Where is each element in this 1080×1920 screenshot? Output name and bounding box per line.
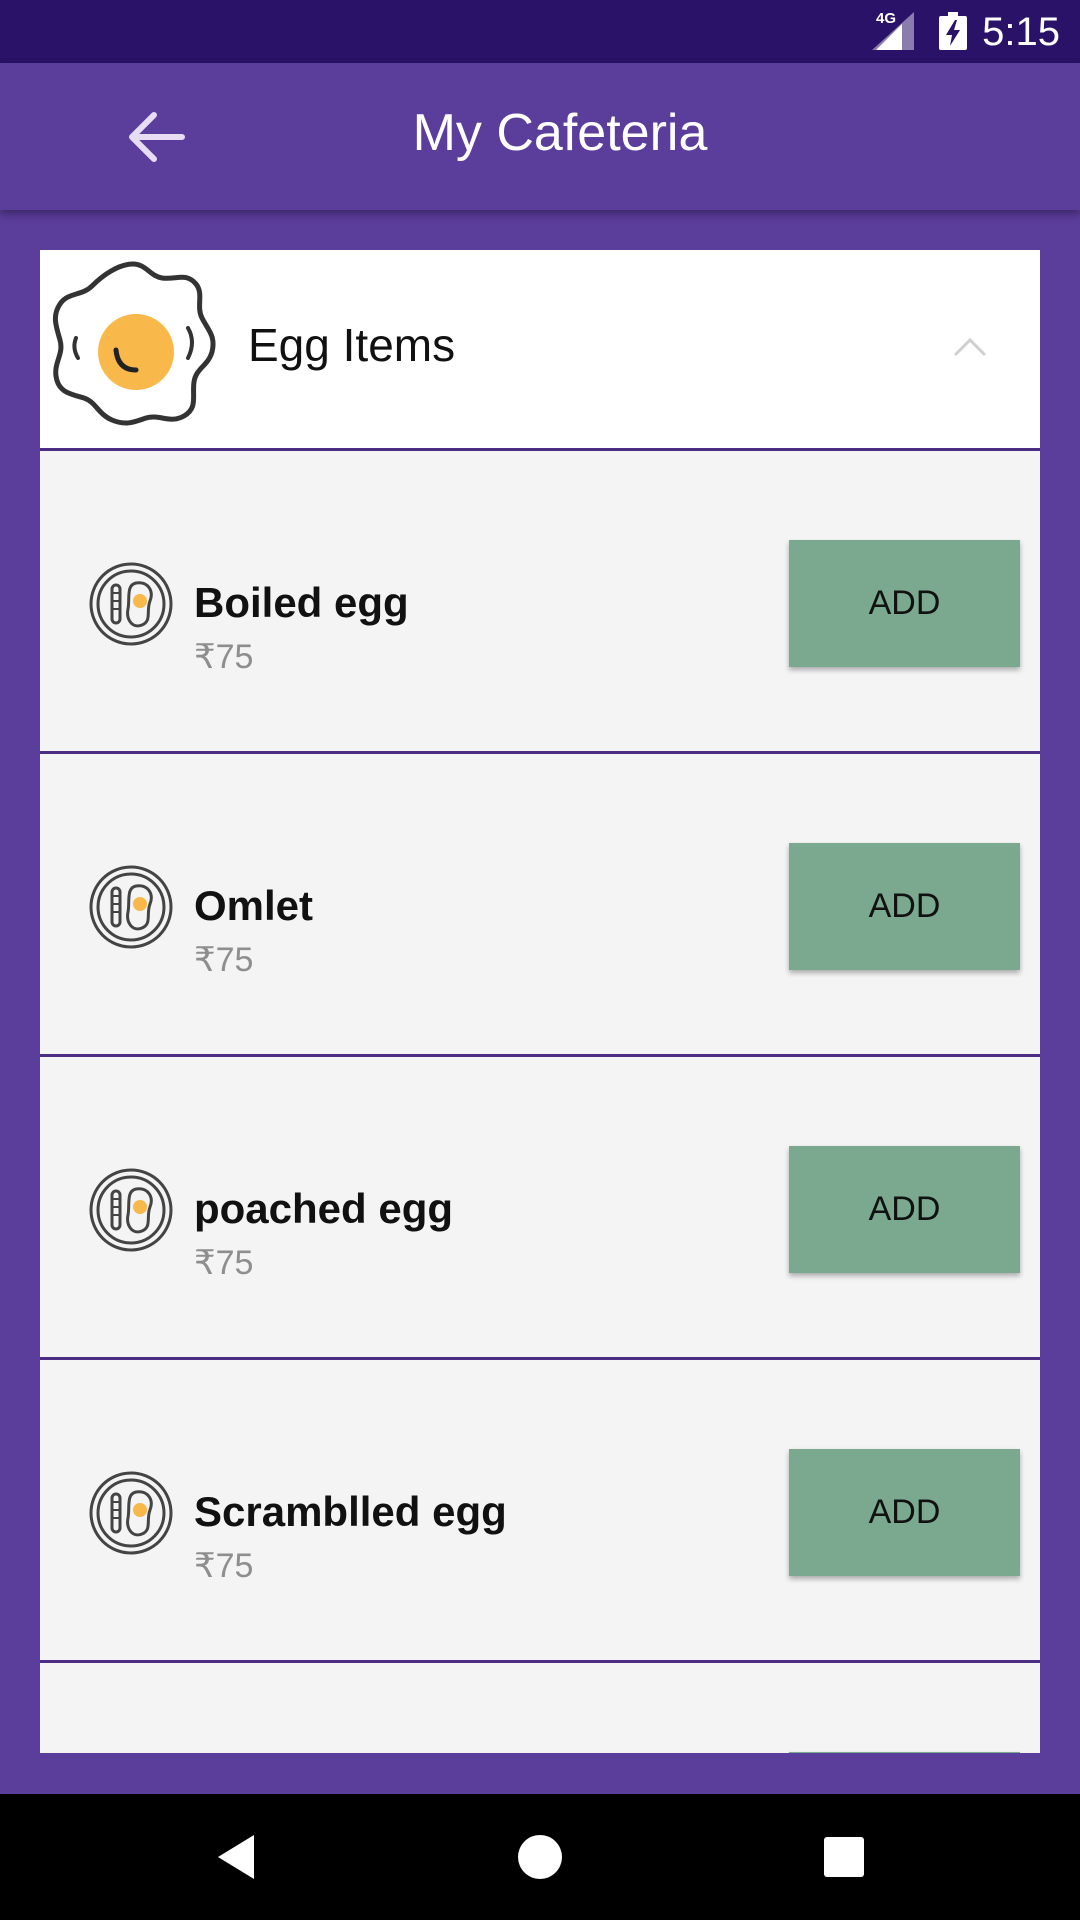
menu-item: Omlet ₹75 ADD [40, 754, 1040, 1057]
nav-back-icon[interactable] [206, 1827, 266, 1887]
egg-plate-icon [89, 865, 173, 949]
status-bar: 4G 5:15 [0, 0, 1080, 63]
item-name: Scramblled egg [194, 1488, 507, 1535]
battery-charging-icon [939, 12, 967, 50]
egg-plate-icon [89, 1168, 173, 1252]
category-title: Egg Items [248, 319, 456, 371]
system-nav-bar [0, 1794, 1080, 1920]
item-price: ₹75 [194, 941, 254, 979]
menu-list: Egg Items Boiled egg ₹75 ADD Omlet ₹75 A… [40, 250, 1040, 1753]
egg-plate-icon [89, 562, 173, 646]
app-bar: My Cafeteria [0, 63, 1080, 210]
item-price: ₹75 [194, 638, 254, 676]
add-button[interactable]: ADD [789, 843, 1020, 970]
egg-plate-icon [89, 1471, 173, 1555]
category-header-egg-items[interactable]: Egg Items [40, 250, 1040, 451]
fried-egg-icon [52, 261, 216, 426]
clock: 5:15 [982, 10, 1060, 54]
item-name: poached egg [194, 1185, 454, 1232]
menu-item: Boiled egg ₹75 ADD [40, 451, 1040, 754]
nav-recents-icon[interactable] [814, 1827, 874, 1887]
nav-home-icon[interactable] [510, 1827, 570, 1887]
chevron-up-icon[interactable] [950, 326, 990, 366]
cell-signal-icon [872, 12, 914, 50]
item-name: Boiled egg [194, 579, 409, 626]
menu-item: Scramblled egg ₹75 ADD [40, 1360, 1040, 1663]
add-button[interactable]: ADD [789, 1449, 1020, 1576]
add-button[interactable]: ADD [789, 540, 1020, 667]
add-button[interactable]: ADD [789, 1146, 1020, 1273]
item-name: Omlet [194, 882, 314, 929]
menu-item-partial [40, 1663, 1040, 1753]
item-price: ₹75 [194, 1547, 254, 1585]
add-button-partial[interactable] [789, 1752, 1020, 1753]
menu-item: poached egg ₹75 ADD [40, 1057, 1040, 1360]
item-price: ₹75 [194, 1244, 254, 1282]
page-title: My Cafeteria [412, 104, 708, 162]
